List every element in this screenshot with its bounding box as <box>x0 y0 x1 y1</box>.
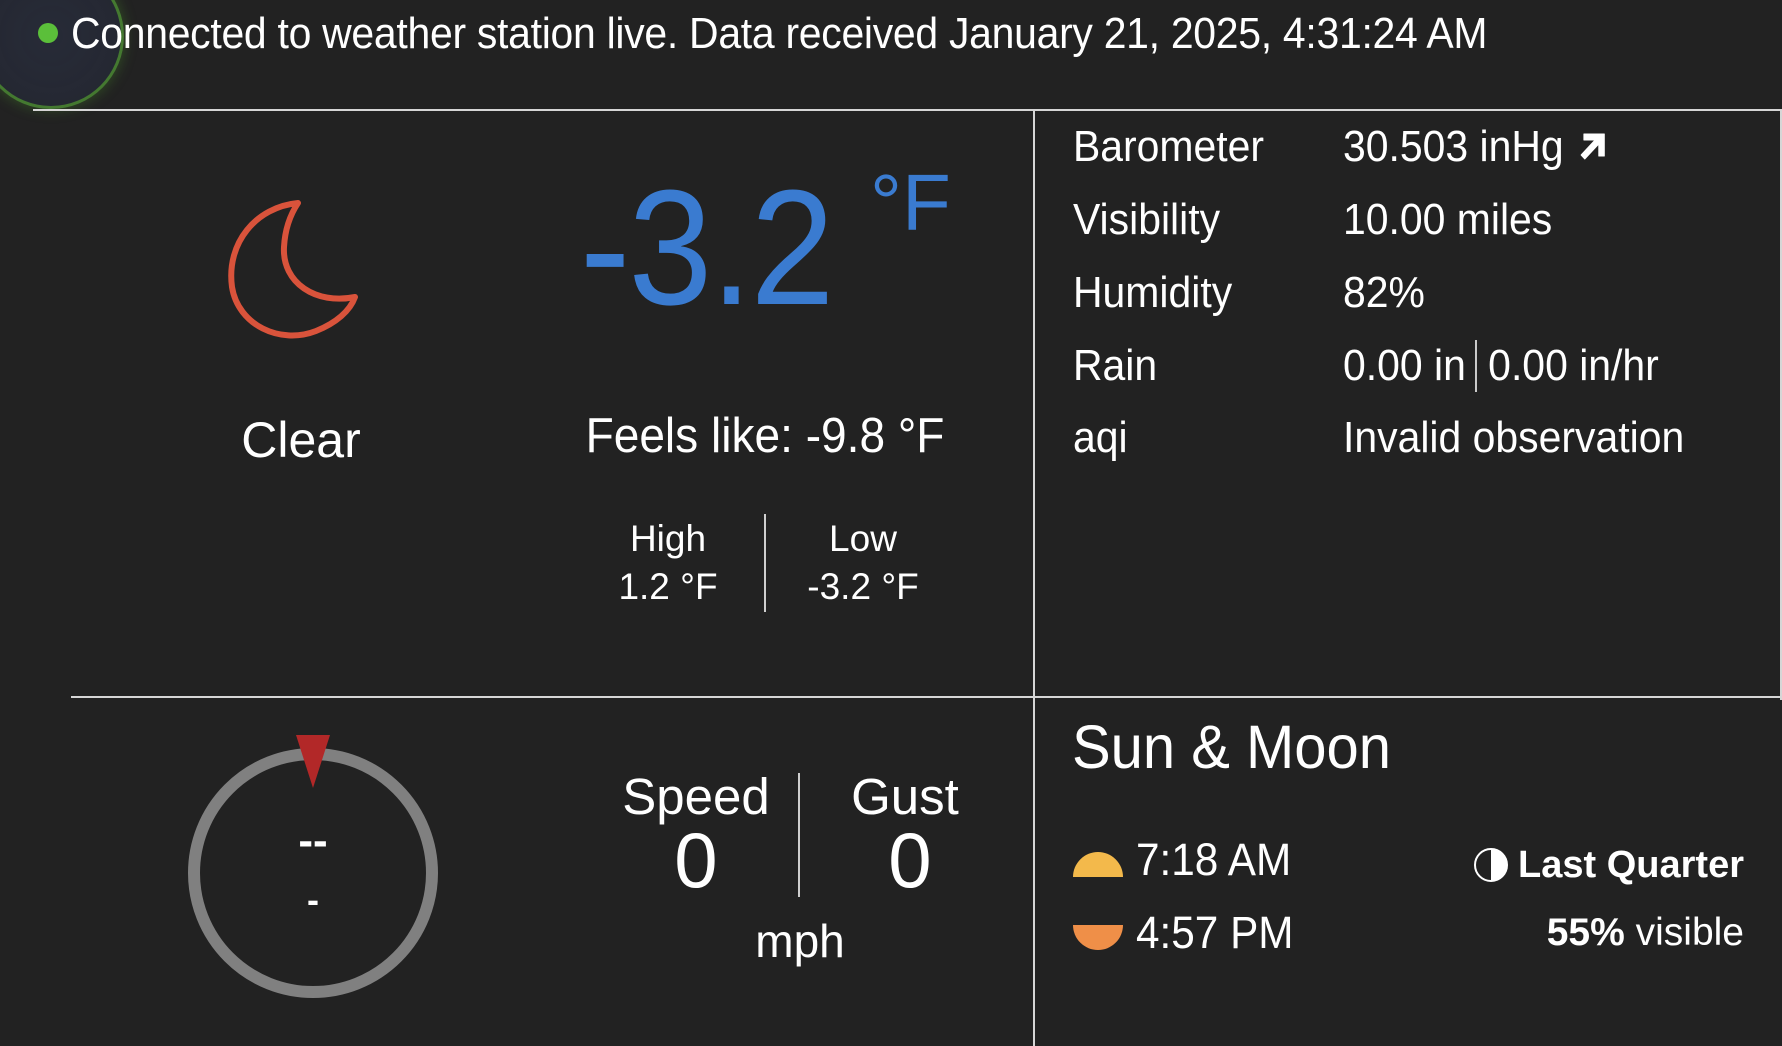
visibility-value: 10.00 miles <box>1343 195 1553 244</box>
connection-status-dot <box>38 23 58 43</box>
aqi-label: aqi <box>1073 413 1128 462</box>
wind-direction: -- <box>298 816 328 865</box>
barometer-reading: 30.503 inHg <box>1343 122 1564 171</box>
moon-visibility: 55% visible <box>1547 910 1744 956</box>
arrow-up-right-icon <box>1580 133 1606 160</box>
sun-moon-title: Sun & Moon <box>1072 713 1391 781</box>
speed-value: 0 <box>674 816 718 904</box>
barometer-value: 30.503 inHg <box>1343 121 1608 173</box>
connection-status-text: Connected to weather station live. Data … <box>71 9 1488 58</box>
rain-divider <box>1475 340 1478 392</box>
moon-phase-name: Last Quarter <box>1518 844 1744 886</box>
gust-value: 0 <box>888 816 932 904</box>
sunrise-icon <box>1073 852 1123 877</box>
header-divider <box>33 109 1782 111</box>
moon-phase-icon <box>1474 848 1509 882</box>
feels-like: Feels like: -9.8 °F <box>585 409 945 463</box>
moon-outline-icon <box>228 200 358 339</box>
column-divider <box>1033 110 1035 1046</box>
humidity-value: 82% <box>1343 268 1425 317</box>
high-label: High <box>629 518 707 559</box>
wind-unit: mph <box>755 915 845 967</box>
row-divider <box>71 696 1782 698</box>
wind-direction-pointer-icon <box>296 735 330 788</box>
condition-label: Clear <box>241 412 361 468</box>
rain-total: 0.00 in <box>1343 341 1466 390</box>
barometer-label: Barometer <box>1073 122 1265 171</box>
sunset-time: 4:57 PM <box>1136 907 1294 958</box>
visibility-label: Visibility <box>1073 195 1221 244</box>
moon-phase: Last Quarter <box>1474 842 1744 888</box>
wind-degrees: - <box>307 879 319 920</box>
current-temperature: -3.2 <box>580 156 834 339</box>
moon-visible-suffix: visible <box>1624 911 1744 954</box>
sunrise-time: 7:18 AM <box>1136 834 1292 885</box>
rain-rate: 0.00 in/hr <box>1488 341 1659 390</box>
sunset-icon <box>1073 925 1123 950</box>
low-label: Low <box>829 518 897 559</box>
moon-visible-percent: 55% <box>1546 911 1625 954</box>
temperature-unit: °F <box>870 158 951 247</box>
aqi-value: Invalid observation <box>1343 413 1685 462</box>
humidity-label: Humidity <box>1073 268 1233 317</box>
high-value: 1.2 °F <box>618 566 718 607</box>
rain-value: 0.00 in 0.00 in/hr <box>1343 340 1659 392</box>
rain-label: Rain <box>1073 341 1158 390</box>
high-low-divider <box>764 514 766 612</box>
low-value: -3.2 °F <box>807 566 919 607</box>
